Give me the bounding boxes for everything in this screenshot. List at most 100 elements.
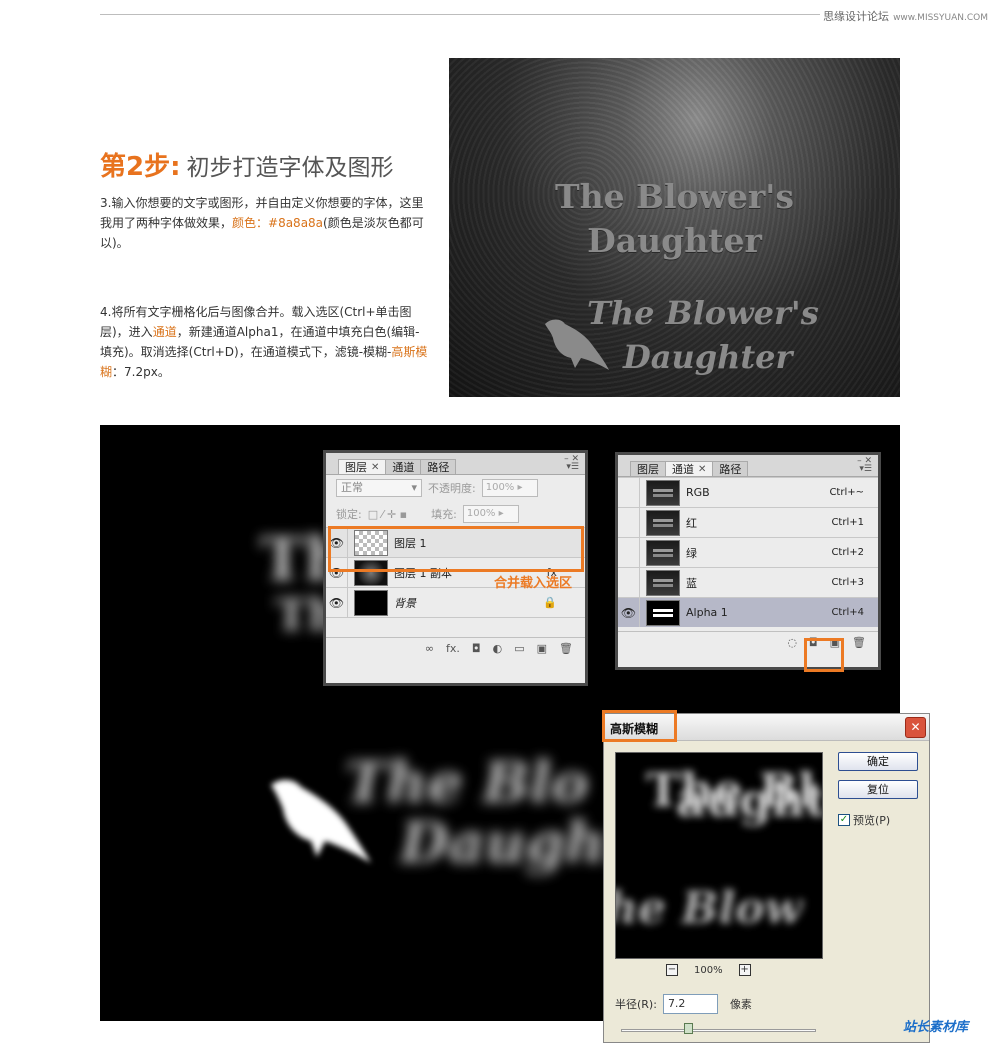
- channel-row-red[interactable]: 红 Ctrl+1: [618, 507, 878, 537]
- tab-paths-label: 路径: [427, 460, 450, 474]
- channels-panel-tabs: 图层 通道 ✕ 路径 – ✕ ▾☰: [618, 455, 878, 477]
- channel-thumbnail: [646, 569, 680, 596]
- blur-preview[interactable]: The Bl aughte he Blow: [615, 752, 823, 959]
- tab-channels[interactable]: 通道 ✕: [665, 461, 714, 476]
- close-icon[interactable]: ✕: [905, 717, 926, 738]
- annotation-merge-selection: 合并载入选区: [494, 576, 573, 591]
- channel-shortcut: Ctrl+~: [829, 487, 864, 498]
- radius-label: 半径(R):: [615, 998, 657, 1011]
- checkmark-icon[interactable]: ✓: [838, 814, 850, 826]
- new-layer-icon[interactable]: ▣: [537, 642, 547, 655]
- channel-thumbnail: [646, 509, 680, 536]
- blend-mode-select[interactable]: 正常 ▾: [336, 479, 422, 497]
- preview-text-2: aughte: [676, 773, 822, 827]
- lock-icons[interactable]: □ ⁄ ✛ ▪: [368, 508, 407, 521]
- site-tag: 思缘设计论坛 www.MISSYUAN.COM: [823, 8, 988, 24]
- eye-icon[interactable]: 👁: [326, 588, 348, 617]
- radius-slider-thumb[interactable]: [684, 1023, 694, 1034]
- trash-icon[interactable]: 🗑: [852, 636, 866, 649]
- adjustment-icon[interactable]: ◐: [493, 642, 503, 655]
- panel-menu-icon[interactable]: – ✕ ▾☰: [857, 457, 872, 474]
- channel-shortcut: Ctrl+4: [831, 607, 864, 618]
- channel-name: Alpha 1: [686, 606, 728, 619]
- gaussian-blur-dialog: 高斯模糊 ✕ The Bl aughte he Blow 确定 复位 ✓ 预览(…: [603, 713, 930, 1043]
- zoom-out-icon[interactable]: −: [666, 964, 678, 976]
- fill-value: 100%: [466, 508, 496, 519]
- tab-paths[interactable]: 路径: [420, 459, 457, 474]
- lock-icon: 🔒: [543, 596, 557, 609]
- blend-row: 正常 ▾ 不透明度: 100% ▸: [326, 475, 585, 501]
- preview-text-3: he Blow: [615, 883, 803, 934]
- annotation-box-layer: [328, 526, 584, 572]
- hero-script-line2: Daughter: [623, 338, 793, 376]
- channel-shortcut: Ctrl+3: [831, 577, 864, 588]
- step-title: 第2步: 初步打造字体及图形: [100, 146, 394, 183]
- eye-off-icon[interactable]: [618, 538, 640, 567]
- bird-icon: [545, 319, 609, 370]
- tab-layers-label: 图层: [637, 462, 659, 476]
- opacity-label: 不透明度:: [428, 482, 476, 495]
- eye-off-icon[interactable]: [618, 568, 640, 597]
- folder-icon[interactable]: ▭: [514, 642, 524, 655]
- channel-shortcut: Ctrl+2: [831, 547, 864, 558]
- tab-paths-label: 路径: [719, 462, 742, 476]
- close-icon[interactable]: ✕: [371, 461, 379, 474]
- radius-input[interactable]: 7.2: [662, 994, 718, 1014]
- para4-text-c: ：7.2px。: [112, 365, 170, 379]
- watermark-logo: 站长素材库: [903, 1020, 969, 1035]
- layer-row-3[interactable]: 👁 背景 🔒: [326, 587, 585, 617]
- preview-checkbox[interactable]: ✓ 预览(P): [838, 812, 890, 828]
- canvas-blur-text-3: The Blo: [345, 750, 589, 816]
- channel-name: 绿: [686, 546, 697, 560]
- panel-menu-icon[interactable]: – ✕ ▾☰: [564, 455, 579, 472]
- fill-field[interactable]: 100% ▸: [462, 505, 519, 523]
- layers-empty-area: [326, 617, 585, 637]
- channel-thumbnail: [646, 599, 680, 626]
- step-number: 第2步:: [100, 152, 181, 182]
- eye-off-icon[interactable]: [618, 508, 640, 537]
- layers-panel-tabs: 图层 ✕ 通道 路径 – ✕ ▾☰: [326, 453, 585, 475]
- tab-layers[interactable]: 图层: [630, 461, 666, 476]
- channel-thumbnail: [646, 539, 680, 566]
- tab-layers[interactable]: 图层 ✕: [338, 459, 387, 474]
- zoom-value: 100%: [694, 964, 723, 976]
- tab-paths[interactable]: 路径: [712, 461, 749, 476]
- ok-button[interactable]: 确定: [838, 752, 918, 771]
- channel-row-green[interactable]: 绿 Ctrl+2: [618, 537, 878, 567]
- close-icon[interactable]: ✕: [698, 463, 706, 476]
- trash-icon[interactable]: 🗑: [559, 642, 573, 655]
- channel-row-blue[interactable]: 蓝 Ctrl+3: [618, 567, 878, 597]
- channel-row-rgb[interactable]: RGB Ctrl+~: [618, 477, 878, 507]
- preview-label: 预览(P): [853, 814, 891, 827]
- link-icon[interactable]: ∞: [425, 642, 434, 655]
- layer-name: 背景: [394, 596, 416, 610]
- opacity-value: 100%: [485, 482, 515, 493]
- paragraph-4: 4.将所有文字栅格化后与图像合并。载入选区(Ctrl+单击图层)，进入通道，新建…: [100, 302, 430, 382]
- layer-thumbnail: [354, 589, 388, 616]
- load-selection-icon[interactable]: ◌: [787, 636, 797, 649]
- radius-slider-track[interactable]: [621, 1029, 816, 1032]
- reset-button[interactable]: 复位: [838, 780, 918, 799]
- eye-off-icon[interactable]: [618, 478, 640, 507]
- zoom-row: − 100% +: [666, 964, 751, 976]
- channel-row-alpha1[interactable]: 👁 Alpha 1 Ctrl+4: [618, 597, 878, 627]
- eye-icon[interactable]: 👁: [618, 598, 640, 627]
- radius-unit: 像素: [729, 998, 752, 1011]
- layers-panel-footer: ∞ fx. ◘ ◐ ▭ ▣ 🗑: [326, 637, 585, 659]
- tab-layers-label: 图层: [345, 460, 367, 474]
- fx-icon[interactable]: fx.: [446, 642, 460, 655]
- tab-channels[interactable]: 通道: [385, 459, 422, 474]
- channel-name: 红: [686, 516, 697, 530]
- zoom-in-icon[interactable]: +: [738, 964, 751, 976]
- opacity-field[interactable]: 100% ▸: [481, 479, 538, 497]
- mask-icon[interactable]: ◘: [472, 642, 481, 655]
- channel-name: 蓝: [686, 576, 697, 590]
- para4-highlight-channel: 通道: [152, 325, 177, 339]
- hero-image: The Blower's Daughter The Blower's Daugh…: [449, 58, 900, 397]
- radius-row: 半径(R): 7.2 像素: [615, 994, 752, 1014]
- blend-mode-value: 正常: [341, 481, 363, 494]
- annotation-box-new-channel: [804, 638, 844, 672]
- site-url[interactable]: www.MISSYUAN.COM: [893, 13, 988, 23]
- para3-color-highlight: 颜色：#8a8a8a: [232, 216, 324, 230]
- channel-name: RGB: [686, 486, 710, 499]
